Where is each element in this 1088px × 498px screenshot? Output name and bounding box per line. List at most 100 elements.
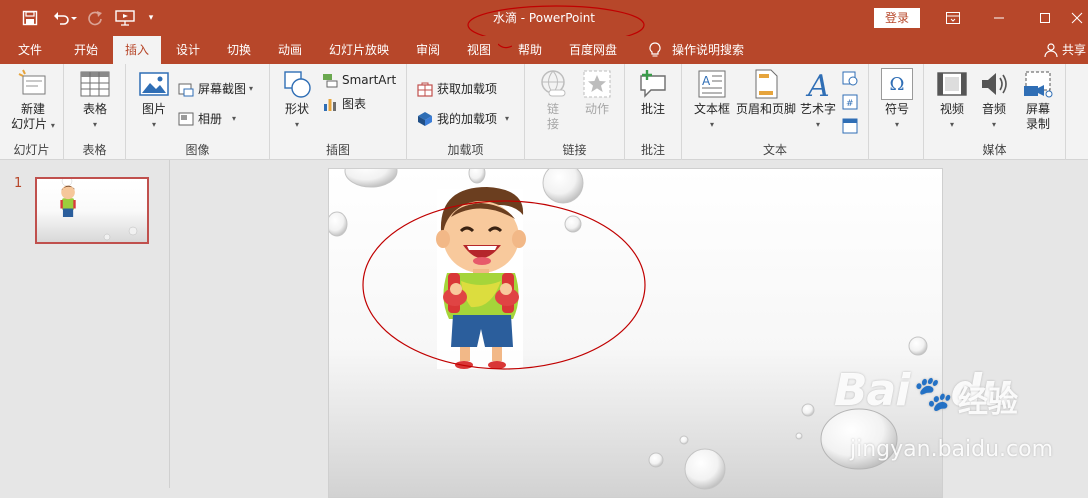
shapes-icon: [284, 71, 311, 98]
tab-file[interactable]: 文件: [10, 36, 50, 64]
group-label-illustrations: 插图: [325, 143, 350, 157]
login-button[interactable]: 登录: [874, 8, 920, 28]
screenshot-button[interactable]: 屏幕截图 ▾: [178, 80, 253, 97]
link-icon: [541, 70, 566, 97]
svg-text:A: A: [702, 74, 711, 88]
group-label-slides: 幻灯片: [13, 143, 50, 157]
group-tables: 表格 ▾ 表格: [64, 64, 126, 160]
picture-button[interactable]: 图片 ▾: [136, 68, 172, 132]
minimize-icon[interactable]: [976, 0, 1022, 36]
watermark-cn: 经验: [958, 385, 1018, 420]
textbox-button[interactable]: A 文本框 ▾: [690, 68, 734, 132]
header-footer-button[interactable]: 页眉和页脚: [734, 68, 798, 117]
photo-album-button[interactable]: 相册 ▾: [178, 110, 236, 127]
annotation-arc: [498, 43, 512, 49]
group-label-tables: 表格: [82, 143, 107, 157]
date-time-icon: [842, 71, 858, 86]
tab-help[interactable]: 帮助: [506, 36, 554, 64]
object-button[interactable]: [842, 118, 862, 134]
photo-album-icon: [178, 112, 194, 125]
watermark-url: jingyan.baidu.com: [850, 437, 1054, 462]
action-label: 动作: [584, 102, 609, 116]
ribbon: 新建 幻灯片 ▾ 幻灯片 表格 ▾ 表格 图片 ▾ 屏幕截图▾ 相册▾ 图像: [0, 64, 1088, 160]
textbox-icon: A: [698, 70, 726, 98]
omega-icon: Ω: [881, 68, 913, 100]
picture-label: 图片: [141, 102, 166, 116]
shapes-button[interactable]: 形状 ▾: [278, 68, 316, 132]
chart-icon: [324, 98, 336, 111]
new-slide-icon: [18, 69, 46, 95]
baidu-jingyan-watermark: Bai🐾du 经验 jingyan.baidu.com: [820, 365, 1088, 465]
group-label-links: 链接: [562, 143, 587, 157]
group-label-comments: 批注: [640, 143, 665, 157]
group-links: 链 接 动作 链接: [525, 64, 625, 160]
ribbon-tabs: 文件 开始 插入 设计 切换 动画 幻灯片放映 审阅 视图 帮助 百度网盘 操作…: [0, 36, 1088, 64]
tab-slideshow[interactable]: 幻灯片放映: [318, 36, 400, 64]
svg-text:A: A: [805, 69, 830, 100]
screenshot-icon: [178, 83, 194, 96]
comment-button[interactable]: 批注: [635, 68, 671, 117]
tab-transitions[interactable]: 切换: [215, 36, 263, 64]
tab-home[interactable]: 开始: [62, 36, 110, 64]
new-slide-label-2: 幻灯片 ▾: [11, 117, 55, 131]
header-footer-icon: [755, 69, 778, 99]
comment-icon: [640, 70, 666, 98]
chart-button[interactable]: 图表: [322, 95, 366, 112]
slide-number-icon: #: [842, 94, 858, 110]
tab-insert[interactable]: 插入: [113, 36, 161, 64]
action-button[interactable]: 动作: [577, 68, 617, 117]
video-button[interactable]: 视频 ▾: [932, 68, 972, 132]
slide-number-1: 1: [14, 176, 23, 191]
date-time-button[interactable]: [842, 70, 862, 86]
screen-recording-button[interactable]: 屏幕 录制: [1016, 68, 1060, 132]
comment-label: 批注: [640, 102, 665, 116]
group-symbols: Ω 符号 ▾: [869, 64, 924, 160]
textbox-label: 文本框: [693, 102, 730, 116]
my-addins-button[interactable]: 我的加载项 ▾: [417, 110, 509, 127]
group-media: 视频 ▾ 音频 ▾ 屏幕 录制 媒体: [924, 64, 1066, 160]
action-star-icon: [583, 70, 611, 98]
video-label: 视频: [939, 102, 964, 116]
shapes-label: 形状: [284, 102, 309, 116]
group-slides: 新建 幻灯片 ▾ 幻灯片: [0, 64, 64, 160]
tab-view[interactable]: 视图: [455, 36, 503, 64]
new-slide-button[interactable]: 新建 幻灯片 ▾: [8, 68, 58, 133]
screen-recording-label-1: 屏幕: [1025, 102, 1050, 116]
speaker-icon: [982, 73, 1007, 95]
audio-label: 音频: [981, 102, 1006, 116]
tab-baidu-netdisk[interactable]: 百度网盘: [560, 36, 626, 64]
my-addins-icon: [418, 111, 432, 126]
film-icon: [937, 72, 967, 96]
share-button[interactable]: 共享: [1044, 36, 1088, 64]
ribbon-display-options-icon[interactable]: [930, 0, 976, 36]
tab-animations[interactable]: 动画: [266, 36, 314, 64]
tab-design[interactable]: 设计: [164, 36, 212, 64]
smartart-button[interactable]: SmartArt: [322, 72, 396, 88]
wordart-icon: A: [805, 69, 830, 100]
paw-icon: 🐾: [909, 374, 951, 414]
group-addins: 获取加载项 我的加载项 ▾ 加载项: [407, 64, 525, 160]
slide-thumbnail-1[interactable]: [35, 177, 149, 244]
cartoon-boy-image: [436, 187, 526, 369]
maximize-icon[interactable]: [1022, 0, 1068, 36]
tell-me-label: 操作说明搜索: [671, 43, 744, 57]
group-comments: 批注 批注: [625, 64, 682, 160]
group-images: 图片 ▾ 屏幕截图 ▾ 相册 ▾ 图像: [126, 64, 270, 160]
table-button[interactable]: 表格 ▾: [76, 68, 114, 132]
slide-number-button[interactable]: #: [842, 94, 862, 110]
wordart-button[interactable]: A 艺术字 ▾: [798, 68, 838, 132]
link-label-1: 链: [546, 102, 559, 116]
tab-review[interactable]: 审阅: [404, 36, 452, 64]
symbol-label: 符号: [884, 102, 909, 116]
get-addins-button[interactable]: 获取加载项: [417, 80, 497, 97]
group-illustrations: 形状 ▾ SmartArt 图表 插图: [270, 64, 407, 160]
audio-button[interactable]: 音频 ▾: [974, 68, 1014, 132]
tell-me-search[interactable]: 操作说明搜索: [640, 36, 752, 64]
table-icon: [80, 71, 110, 97]
store-icon: [417, 82, 433, 97]
thumbnail-preview: [60, 179, 138, 241]
link-button[interactable]: 链 接: [535, 68, 571, 132]
title-bar: ▾ 水滴 - PowerPoint 登录: [0, 0, 1088, 45]
close-icon[interactable]: [1066, 0, 1088, 36]
symbol-button[interactable]: Ω 符号 ▾: [877, 68, 917, 132]
